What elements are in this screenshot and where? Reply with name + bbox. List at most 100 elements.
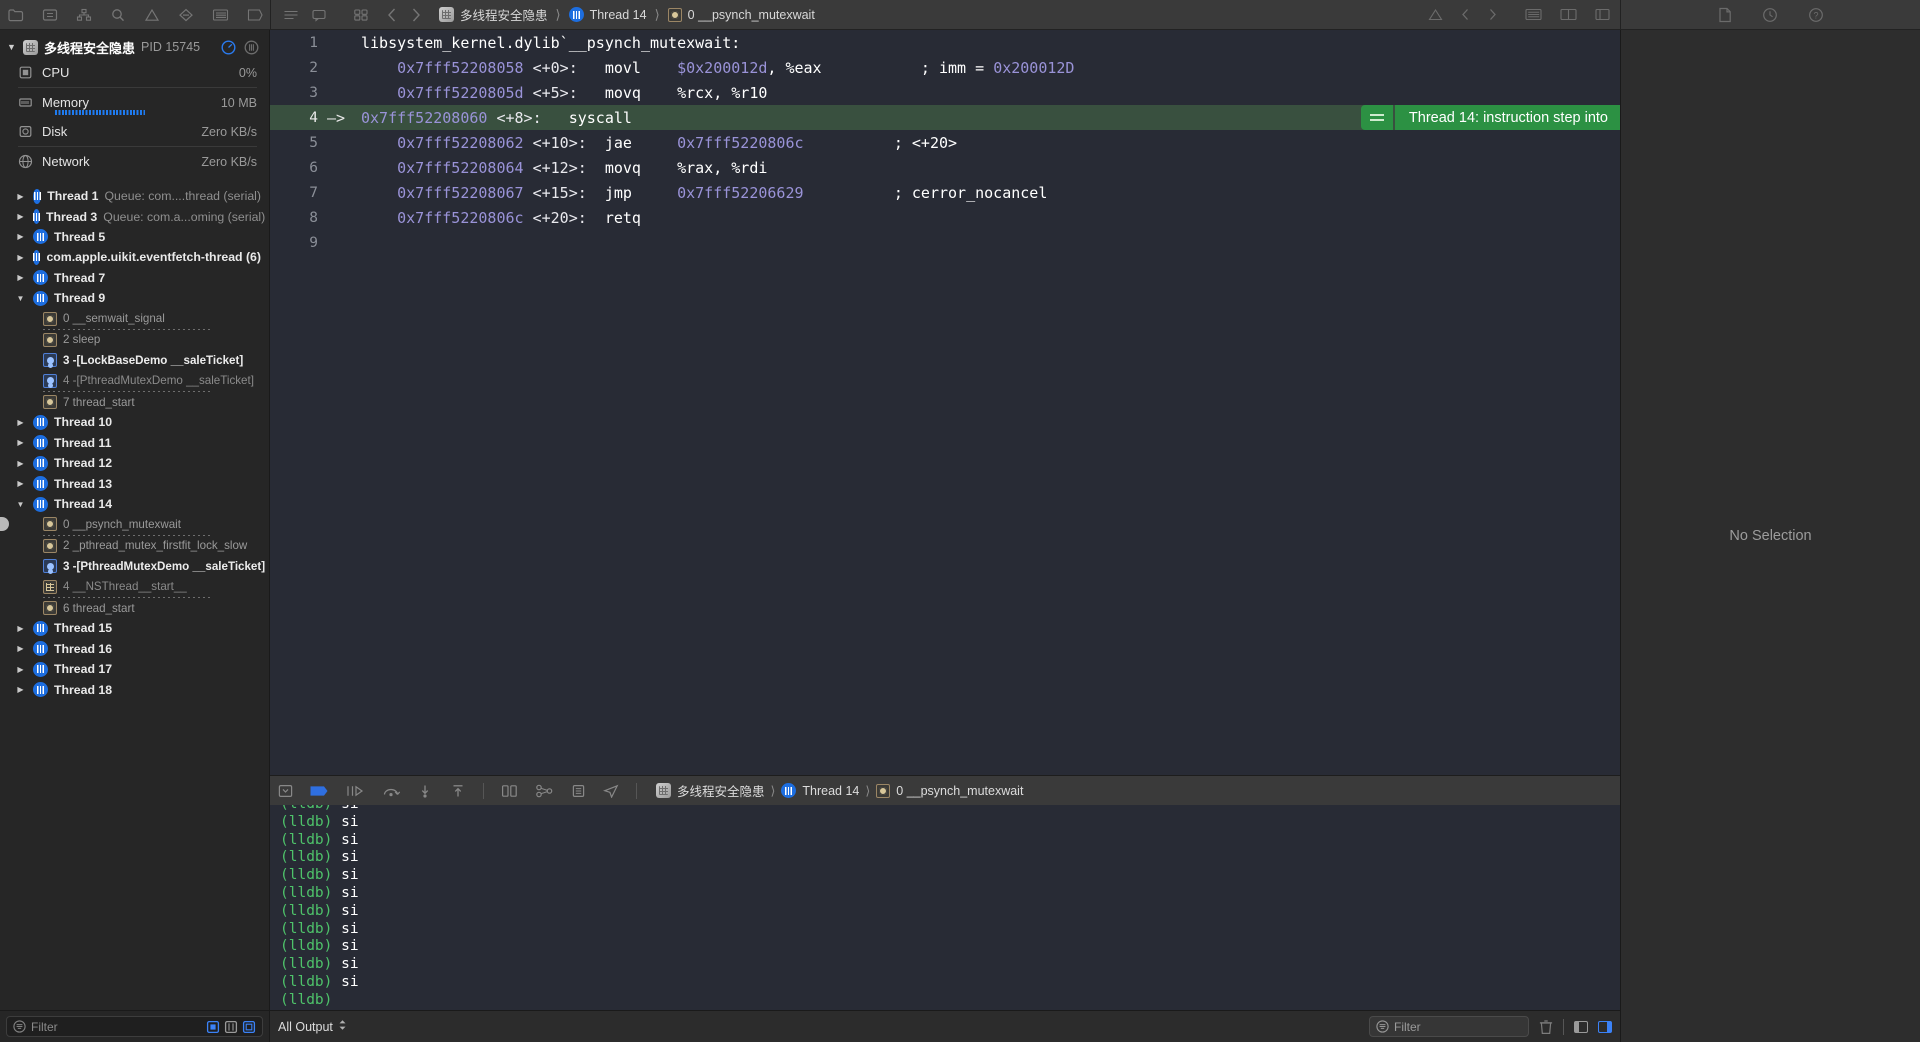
threads-view-icon[interactable] [244,40,259,55]
debug-console[interactable]: (lldb) si (lldb) si (lldb) si (lldb) si (lld… [270,805,1620,1010]
show-variables-view-icon[interactable] [1574,1020,1588,1033]
disclosure-triangle-icon[interactable]: ▶ [14,418,27,427]
code-line[interactable]: 9 [270,230,1620,255]
gauge-memory[interactable]: Memory 10 MB [0,88,269,117]
thread-row[interactable]: ▶ Thread 10 [0,412,269,432]
chevron-left-icon[interactable] [1461,8,1470,21]
debug-list-icon[interactable] [212,8,229,22]
test-icon[interactable] [178,8,194,22]
step-out-icon[interactable] [450,784,466,798]
thread-row[interactable]: ▼ Thread 9 [0,288,269,308]
thread-row[interactable]: ▶ Thread 13 [0,473,269,493]
code-line[interactable]: 3 0x7fff5220805d <+5>: movq %rcx, %r10 [270,80,1620,105]
disclosure-triangle-icon[interactable]: ▶ [14,212,27,221]
disclosure-triangle-icon[interactable]: ▼ [14,500,27,509]
disclosure-triangle-icon[interactable]: ▶ [14,232,27,241]
forward-button[interactable] [411,7,421,23]
thread-row[interactable]: ▶ Thread 3 Queue: com.a...oming (serial) [0,206,269,226]
continue-icon[interactable] [346,784,365,798]
disclosure-triangle-icon[interactable]: ▶ [14,273,27,282]
disclosure-triangle-icon[interactable]: ▶ [14,644,27,653]
output-selector[interactable]: All Output [278,1019,347,1034]
disclosure-triangle-icon[interactable]: ▶ [14,665,27,674]
thread-row[interactable]: ▶ Thread 16 [0,639,269,659]
thread-row[interactable]: ▶ Thread 11 [0,433,269,453]
stack-frame-row[interactable]: 2 _pthread_mutex_firstfit_lock_slow [0,536,269,556]
debug-breadcrumb-app[interactable]: 多线程安全隐患 [677,781,765,800]
code-line[interactable]: 1 libsystem_kernel.dylib`__psynch_mutexwa… [270,30,1620,55]
thread-row[interactable]: ▼ Thread 14 [0,494,269,514]
disclosure-triangle-icon[interactable]: ▶ [14,459,27,468]
disclosure-triangle-icon[interactable]: ▼ [6,42,17,52]
library-grid-icon[interactable] [353,8,369,22]
disclosure-triangle-icon[interactable]: ▶ [14,438,27,447]
folder-icon[interactable] [8,8,24,22]
code-line[interactable]: 6 0x7fff52208064 <+12>: movq %rax, %rdi [270,155,1620,180]
thread-row[interactable]: ▶ com.apple.uikit.eventfetch-thread (6) [0,247,269,267]
navigator-filter-input[interactable]: Filter [6,1016,263,1037]
code-line[interactable]: 4 –> 0x7fff52208060 <+8>: syscall Thread 14… [270,105,1620,130]
thread-row[interactable]: ▶ Thread 1 Queue: com....thread (serial) [0,186,269,206]
breadcrumb-thread-label[interactable]: Thread 14 [590,8,647,22]
stack-frame-row[interactable]: 3 -[PthreadMutexDemo __saleTicket] [0,556,269,576]
breakpoint-navigator-icon[interactable] [247,8,263,22]
thread-row[interactable]: ▶ Thread 12 [0,453,269,473]
file-inspector-icon[interactable] [1718,7,1732,23]
disclosure-triangle-icon[interactable]: ▶ [14,624,27,633]
stack-frame-row[interactable]: 4 -[PthreadMutexDemo __saleTicket] [0,371,269,391]
stack-frame-row[interactable]: 3 -[LockBaseDemo __saleTicket] [0,350,269,370]
breakpoints-toggle-icon[interactable] [310,784,329,798]
view-hierarchy-icon[interactable] [501,784,518,798]
panel-toggle-icon[interactable] [1595,8,1610,21]
back-button[interactable] [387,7,397,23]
annotation-equals-icon[interactable] [1360,105,1393,130]
thread-row[interactable]: ▶ Thread 5 [0,227,269,247]
stack-frame-row[interactable]: 4 __NSThread__start__ [0,576,269,596]
search-icon[interactable] [110,8,126,22]
debug-breadcrumb-frame[interactable]: 0 __psynch_mutexwait [896,784,1023,798]
step-over-icon[interactable] [382,784,400,798]
disclosure-triangle-icon[interactable]: ▶ [14,479,27,488]
code-line[interactable]: 7 0x7fff52208067 <+15>: jmp 0x7fff522066… [270,180,1620,205]
debug-breadcrumb-thread[interactable]: Thread 14 [802,784,859,798]
console-filter-input[interactable]: Filter [1369,1016,1529,1037]
thread-row[interactable]: ▶ Thread 18 [0,679,269,699]
thread-row[interactable]: ▶ Thread 17 [0,659,269,679]
breadcrumb-app-label[interactable]: 多线程安全隐患 [460,5,548,24]
breadcrumb-frame-label[interactable]: 0 __psynch_mutexwait [688,8,815,22]
assembly-editor[interactable]: 1 libsystem_kernel.dylib`__psynch_mutexwa… [270,30,1620,775]
gauge-disk[interactable]: Disk Zero KB/s [0,117,269,146]
related-items-icon[interactable] [283,8,299,22]
stack-frame-row[interactable]: 6 thread_start [0,598,269,618]
source-control-icon[interactable] [42,8,58,22]
stack-frame-row[interactable]: 7 thread_start [0,392,269,412]
process-row[interactable]: ▼ 多线程安全隐患 PID 15745 [0,36,269,58]
assistant-editor-icon[interactable] [1560,8,1577,21]
history-inspector-icon[interactable] [1762,7,1778,23]
gauge-icon[interactable] [221,39,236,55]
stack-frame-row[interactable]: 0 __psynch_mutexwait [0,514,269,534]
step-into-icon[interactable] [417,784,433,798]
stack-frame-row[interactable]: 0 __semwait_signal [0,308,269,328]
disclosure-triangle-icon[interactable]: ▼ [14,294,27,303]
gauge-cpu[interactable]: CPU 0% [0,58,269,87]
code-line[interactable]: 5 0x7fff52208062 <+10>: jae 0x7fff522080… [270,130,1620,155]
disclosure-triangle-icon[interactable]: ▶ [14,685,27,694]
editor-list-icon[interactable] [1525,8,1542,21]
code-line[interactable]: 8 0x7fff5220806c <+20>: retq [270,205,1620,230]
simulate-location-icon[interactable] [603,784,619,798]
disclosure-triangle-icon[interactable]: ▶ [14,253,27,262]
disclosure-triangle-icon[interactable]: ▶ [14,192,27,201]
environment-overrides-icon[interactable] [571,784,586,798]
thread-row[interactable]: ▶ Thread 7 [0,268,269,288]
show-queues-icon[interactable] [242,1020,256,1034]
stack-frame-row[interactable]: 2 sleep [0,330,269,350]
gauge-network[interactable]: Network Zero KB/s [0,147,269,176]
hide-debug-area-icon[interactable] [278,784,293,798]
show-only-stack-icon[interactable] [206,1020,220,1034]
show-threads-icon[interactable] [224,1020,238,1034]
chevron-right-icon[interactable] [1488,8,1497,21]
quick-help-icon[interactable]: ? [1808,7,1824,23]
step-annotation-badge[interactable]: Thread 14: instruction step into [1360,105,1620,130]
hierarchy-icon[interactable] [76,8,92,22]
